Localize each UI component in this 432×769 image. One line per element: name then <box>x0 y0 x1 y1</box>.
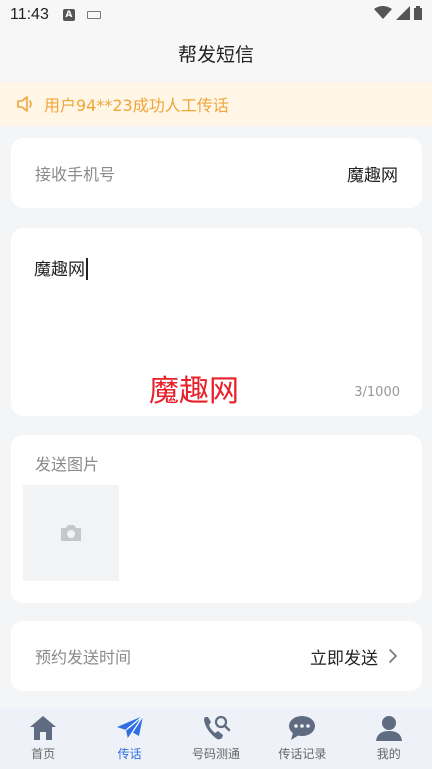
bottom-tab-bar: 首页 传话 号码测通 传话记录 我的 <box>0 708 432 769</box>
message-textarea[interactable]: 魔趣网 魔趣网 3/1000 <box>11 228 422 416</box>
tab-profile[interactable]: 我的 <box>349 714 429 762</box>
camera-icon <box>61 525 81 541</box>
keyboard-icon <box>86 11 101 19</box>
schedule-value: 立即发送 <box>310 648 378 669</box>
char-counter: 3/1000 <box>354 385 400 400</box>
status-bar: 11:43 A <box>0 0 432 30</box>
recipient-value: 魔趣网 <box>347 165 398 186</box>
chevron-right-icon <box>389 649 397 663</box>
home-icon <box>30 716 57 740</box>
add-photo-button[interactable] <box>23 485 119 581</box>
schedule-row[interactable]: 预约发送时间 立即发送 <box>11 621 422 691</box>
photo-card: 发送图片 <box>11 435 422 603</box>
tab-message[interactable]: 传话 <box>90 714 170 762</box>
battery-icon <box>414 6 422 20</box>
phone-search-icon <box>203 715 231 740</box>
recipient-label: 接收手机号 <box>35 165 116 184</box>
tab-label: 号码测通 <box>191 747 240 761</box>
photo-label: 发送图片 <box>35 455 100 474</box>
notice-banner: 用户94**23成功人工传话 <box>0 82 432 126</box>
tab-number-test[interactable]: 号码测通 <box>176 714 256 762</box>
wifi-icon <box>374 6 392 19</box>
notification-a-icon: A <box>62 9 75 21</box>
tab-message-history[interactable]: 传话记录 <box>262 714 342 762</box>
tab-label: 首页 <box>31 747 56 761</box>
status-time: 11:43 <box>10 6 49 23</box>
paper-plane-icon <box>116 715 144 740</box>
schedule-label: 预约发送时间 <box>35 648 132 667</box>
speaker-icon <box>17 96 32 112</box>
chat-bubble-icon <box>289 716 316 740</box>
signal-icon <box>396 6 410 20</box>
tab-label: 我的 <box>376 747 401 761</box>
text-caret <box>86 258 88 280</box>
page-title: 帮发短信 <box>0 30 432 80</box>
recipient-field[interactable]: 接收手机号 魔趣网 <box>11 138 422 208</box>
watermark: 魔趣网 <box>149 374 239 409</box>
message-text: 魔趣网 <box>34 260 85 280</box>
tab-home[interactable]: 首页 <box>3 714 83 762</box>
user-icon <box>375 716 402 741</box>
tab-label: 传话记录 <box>278 747 327 761</box>
notice-text: 用户94**23成功人工传话 <box>44 96 229 115</box>
tab-label: 传话 <box>117 747 142 761</box>
